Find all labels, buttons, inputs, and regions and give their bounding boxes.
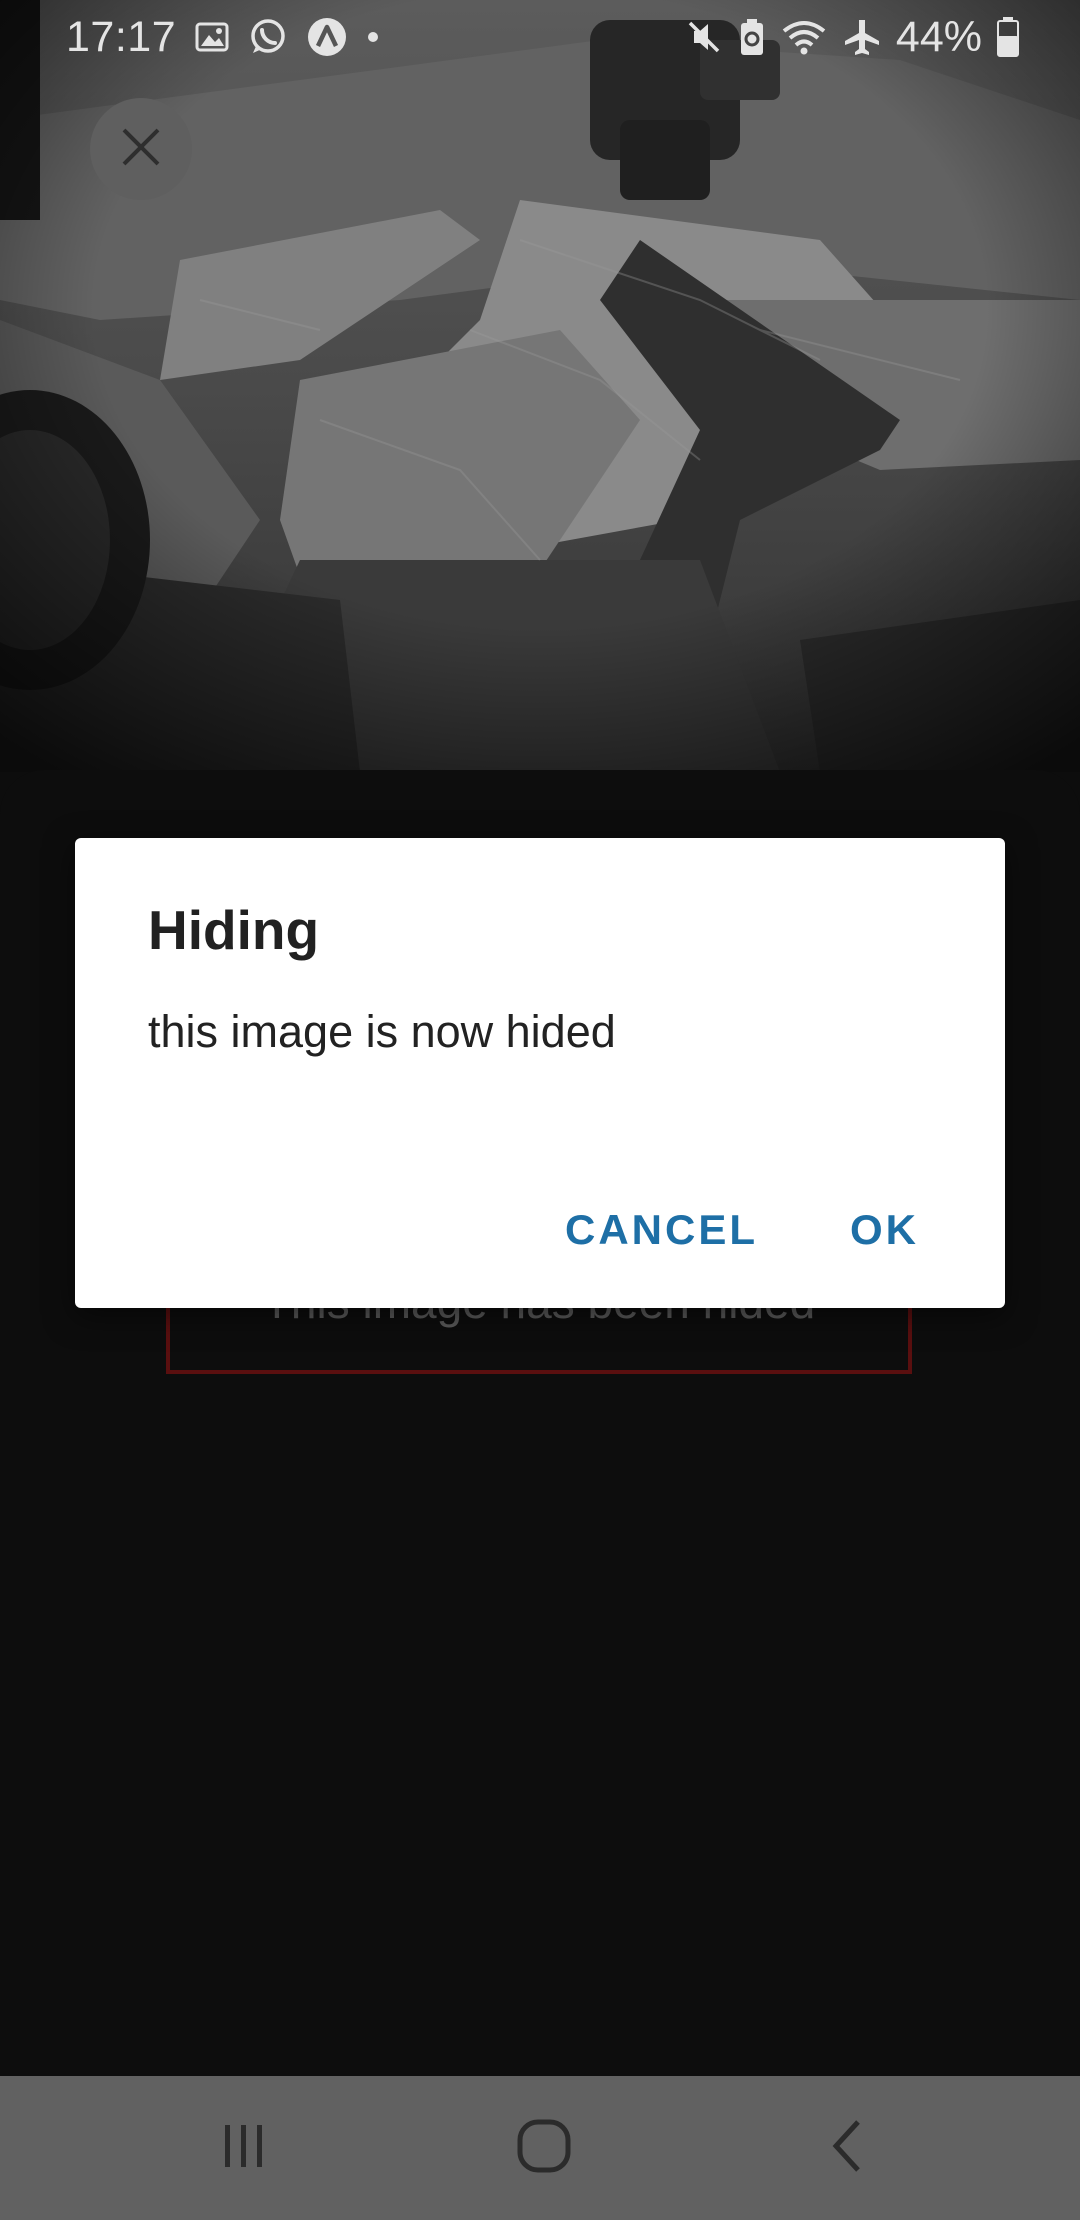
back-icon <box>826 2118 870 2179</box>
battery-saver-icon <box>738 17 766 57</box>
screen: 17:17 44% Hiding this image is now hided… <box>0 0 1080 2220</box>
recents-button[interactable] <box>143 2076 343 2220</box>
cancel-button[interactable]: CANCEL <box>565 1206 758 1254</box>
battery-percent: 44% <box>895 12 982 61</box>
mute-icon <box>684 17 724 57</box>
recents-icon <box>217 2120 269 2177</box>
dialog-actions: CANCEL OK <box>565 1206 919 1254</box>
hiding-dialog: Hiding this image is now hided CANCEL OK <box>75 838 1005 1308</box>
ok-button[interactable]: OK <box>850 1206 919 1254</box>
gallery-icon <box>194 19 230 55</box>
home-button[interactable] <box>444 2076 644 2220</box>
dialog-title: Hiding <box>148 899 320 961</box>
wifi-icon <box>780 17 828 57</box>
status-time: 17:17 <box>66 12 177 61</box>
navigation-bar <box>0 2076 1080 2220</box>
back-button[interactable] <box>748 2076 948 2220</box>
close-icon <box>118 124 164 175</box>
dot-icon <box>366 30 380 44</box>
status-left: 17:17 <box>66 10 380 64</box>
app-icon <box>306 16 348 58</box>
battery-icon <box>996 16 1020 58</box>
home-icon <box>516 2118 572 2179</box>
airplane-icon <box>842 17 882 57</box>
close-button[interactable] <box>90 98 192 200</box>
status-right: 44% <box>684 10 1020 64</box>
dialog-message: this image is now hided <box>148 1006 616 1057</box>
whatsapp-icon <box>248 17 288 57</box>
status-bar: 17:17 44% <box>0 0 1080 72</box>
